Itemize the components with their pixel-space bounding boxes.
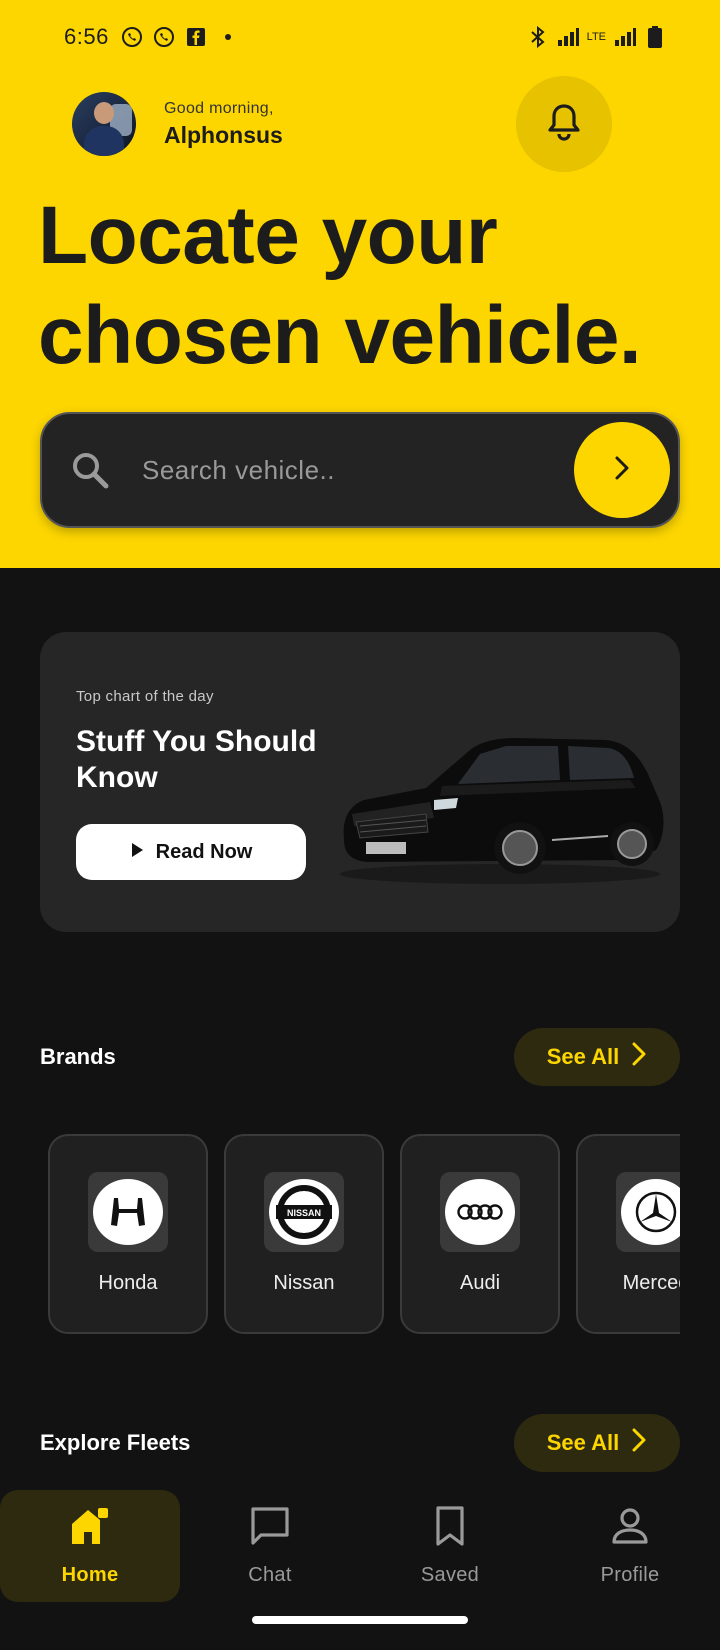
mercedes-logo [621, 1179, 680, 1245]
avatar[interactable] [72, 92, 136, 156]
promo-card[interactable]: Top chart of the day Stuff You Should Kn… [40, 632, 680, 932]
promo-title: Stuff You Should Know [76, 725, 317, 794]
facebook-icon [185, 26, 207, 48]
brands-see-all-button[interactable]: See All [514, 1028, 680, 1086]
nav-item-chat[interactable]: Chat [180, 1490, 360, 1602]
chevron-right-icon [631, 1041, 647, 1073]
headline-line-1: Locate your [38, 190, 498, 281]
header-section: 6:56 LTE Good morning, Alphonsus Locate … [0, 0, 720, 568]
nav-label: Chat [248, 1564, 292, 1586]
greeting-text: Good morning, [164, 99, 274, 117]
brand-card-mercedes[interactable]: Merced [576, 1134, 680, 1334]
brands-list: Honda NISSAN Nissan Audi Merced [40, 1134, 680, 1336]
status-bar: 6:56 LTE [64, 20, 666, 54]
nav-label: Saved [420, 1564, 480, 1586]
home-indicator[interactable] [252, 1616, 468, 1624]
see-all-label: See All [546, 1044, 620, 1069]
search-submit-button[interactable] [574, 422, 670, 518]
profile-icon [608, 1504, 652, 1554]
search-icon [70, 450, 110, 490]
nav-item-saved[interactable]: Saved [360, 1490, 540, 1602]
notifications-button[interactable] [516, 76, 612, 172]
read-now-button[interactable]: Read Now [76, 824, 306, 880]
promo-kicker: Top chart of the day [76, 688, 214, 705]
chevron-right-icon [611, 454, 633, 487]
whatsapp-icon [121, 26, 143, 48]
user-name: Alphonsus [164, 121, 283, 148]
lte-signal-icon [614, 26, 636, 48]
bookmark-icon [428, 1504, 472, 1554]
brand-card-audi[interactable]: Audi [400, 1134, 560, 1334]
honda-logo [93, 1179, 163, 1245]
nav-item-home[interactable]: Home [0, 1490, 180, 1602]
network-label: LTE [586, 31, 606, 43]
nav-label: Home [61, 1564, 119, 1586]
bell-icon [547, 103, 581, 146]
headline-line-2: chosen vehicle. [38, 290, 642, 381]
whatsapp-icon [153, 26, 175, 48]
see-all-label: See All [546, 1430, 620, 1455]
brand-card-honda[interactable]: Honda [48, 1134, 208, 1334]
home-icon [68, 1504, 112, 1554]
brand-name: Nissan [273, 1272, 335, 1294]
fleets-title: Explore Fleets [40, 1430, 191, 1455]
play-icon [130, 841, 144, 864]
brand-card-nissan[interactable]: NISSAN Nissan [224, 1134, 384, 1334]
nav-item-profile[interactable]: Profile [540, 1490, 720, 1602]
car-image [340, 738, 664, 884]
dot-icon [217, 26, 239, 48]
brand-name: Honda [98, 1272, 158, 1294]
chat-icon [248, 1504, 292, 1554]
page-headline: Locate your chosen vehicle. [38, 186, 698, 386]
search-input[interactable] [142, 454, 522, 486]
battery-icon [644, 26, 666, 48]
nav-label: Profile [600, 1564, 660, 1586]
read-now-label: Read Now [155, 840, 253, 863]
audi-logo [445, 1179, 515, 1245]
brands-title: Brands [40, 1044, 116, 1069]
svg-text:NISSAN: NISSAN [287, 1208, 321, 1218]
nissan-logo: NISSAN [269, 1179, 339, 1245]
chevron-right-icon [631, 1427, 647, 1459]
bottom-nav: Home Chat Saved Profile [0, 1488, 720, 1650]
status-time: 6:56 [64, 24, 109, 49]
brand-name: Audi [459, 1272, 501, 1294]
fleets-see-all-button[interactable]: See All [514, 1414, 680, 1472]
signal-icon [557, 26, 579, 48]
brand-name: Merced [622, 1272, 680, 1294]
bluetooth-icon [527, 26, 549, 48]
search-bar [40, 412, 680, 528]
